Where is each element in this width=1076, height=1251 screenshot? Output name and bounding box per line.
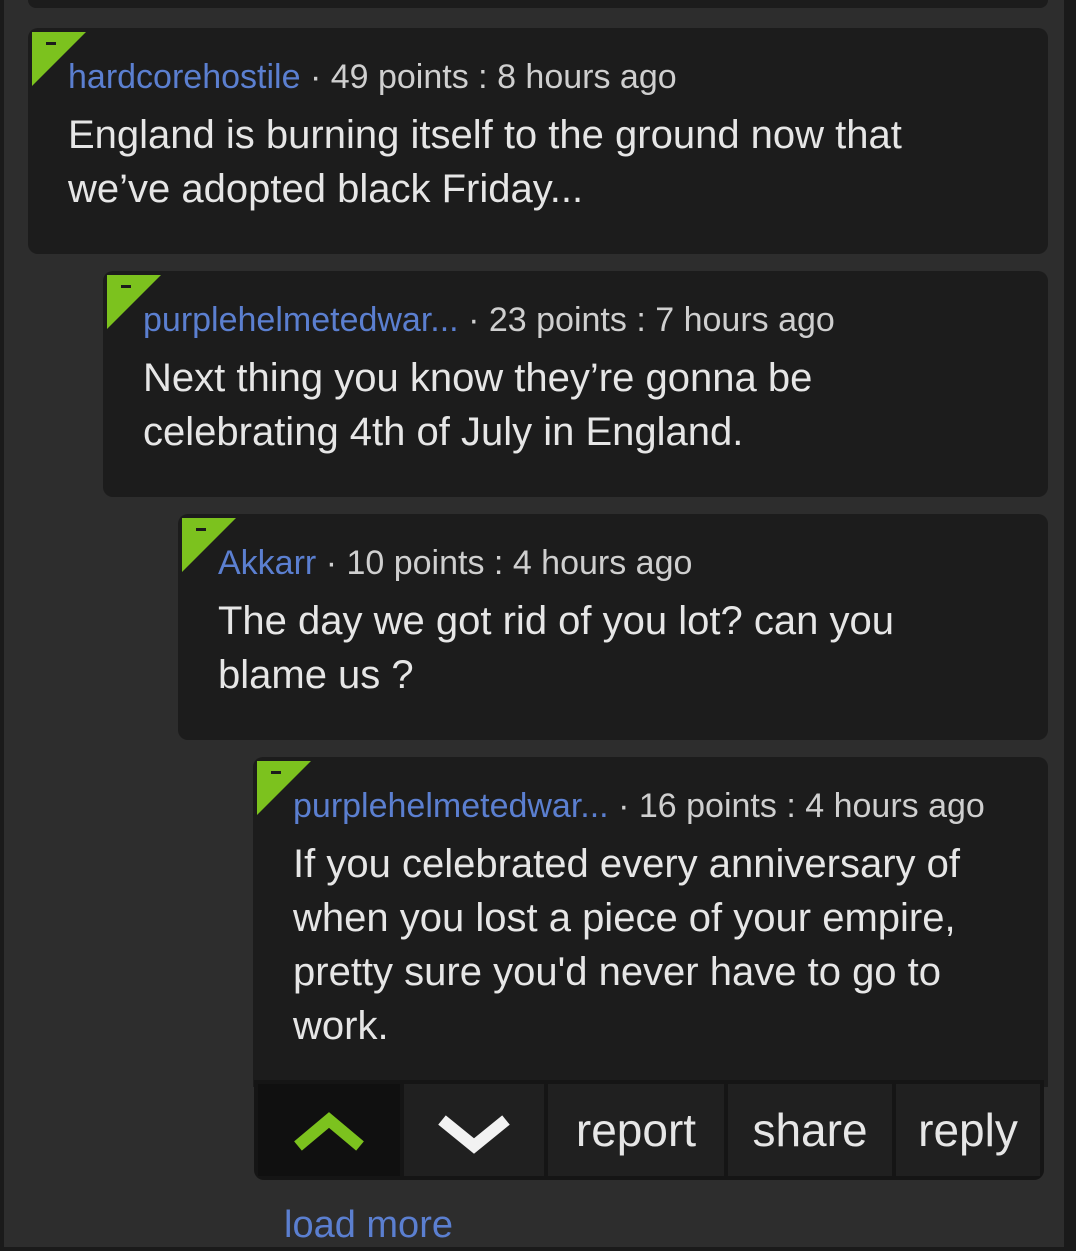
meta-separator: · xyxy=(325,544,338,582)
comment-time: 7 hours ago xyxy=(655,301,835,339)
meta-colon: : xyxy=(636,301,646,339)
upvote-chevron-icon xyxy=(294,1112,364,1151)
comment-meta: purplehelmetedwar... · 16 points : 4 hou… xyxy=(293,786,985,826)
comment-points: 10 points xyxy=(346,544,485,582)
comment[interactable]: Akkarr · 10 points : 4 hours ago The day… xyxy=(178,514,1048,740)
comment-points: 23 points xyxy=(488,301,627,339)
frame-border-bottom xyxy=(0,1247,1076,1251)
comment-points: 49 points xyxy=(330,58,469,96)
downvote-chevron-icon xyxy=(438,1115,510,1154)
comment-time: 8 hours ago xyxy=(497,58,677,96)
frame-border-left xyxy=(0,0,4,1251)
comment-body: The day we got rid of you lot? can you b… xyxy=(218,599,894,697)
frame-border-right xyxy=(1064,0,1076,1251)
comment[interactable]: purplehelmetedwar... · 23 points : 7 hou… xyxy=(103,271,1048,497)
meta-colon: : xyxy=(493,544,504,582)
comment-author[interactable]: Akkarr xyxy=(218,544,316,582)
load-more-link[interactable]: load more xyxy=(284,1200,453,1250)
comment-body: If you celebrated every anniversary of w… xyxy=(293,842,961,1048)
meta-colon: : xyxy=(786,787,796,825)
comment-body: England is burning itself to the ground … xyxy=(68,113,902,211)
comment-thread: hardcorehostile · 49 points : 8 hours ag… xyxy=(0,0,1076,1251)
comment-time: 4 hours ago xyxy=(805,787,985,825)
comment-meta: hardcorehostile · 49 points : 8 hours ag… xyxy=(68,57,677,97)
upvote-button[interactable] xyxy=(258,1084,400,1176)
meta-separator: · xyxy=(468,301,480,339)
meta-colon: : xyxy=(478,58,488,96)
comment-body: Next thing you know they’re gonna be cel… xyxy=(143,356,813,454)
comment-author[interactable]: purplehelmetedwar... xyxy=(293,787,609,825)
previous-comment-card xyxy=(28,0,1048,8)
comment-action-bar: report share reply xyxy=(254,1080,1044,1180)
downvote-button[interactable] xyxy=(404,1084,544,1176)
comment-time: 4 hours ago xyxy=(512,544,693,582)
meta-separator: · xyxy=(618,787,630,825)
comment-author[interactable]: hardcorehostile xyxy=(68,58,300,96)
comment-selected[interactable]: purplehelmetedwar... · 16 points : 4 hou… xyxy=(253,757,1048,1087)
report-button[interactable]: report xyxy=(548,1084,724,1176)
comment-points: 16 points xyxy=(638,787,777,825)
comment-meta: purplehelmetedwar... · 23 points : 7 hou… xyxy=(143,300,835,340)
meta-separator: · xyxy=(309,58,322,96)
reply-button[interactable]: reply xyxy=(896,1084,1040,1176)
share-button[interactable]: share xyxy=(728,1084,892,1176)
comment-author[interactable]: purplehelmetedwar... xyxy=(143,301,459,339)
comment-meta: Akkarr · 10 points : 4 hours ago xyxy=(218,543,692,583)
comment[interactable]: hardcorehostile · 49 points : 8 hours ag… xyxy=(28,28,1048,254)
